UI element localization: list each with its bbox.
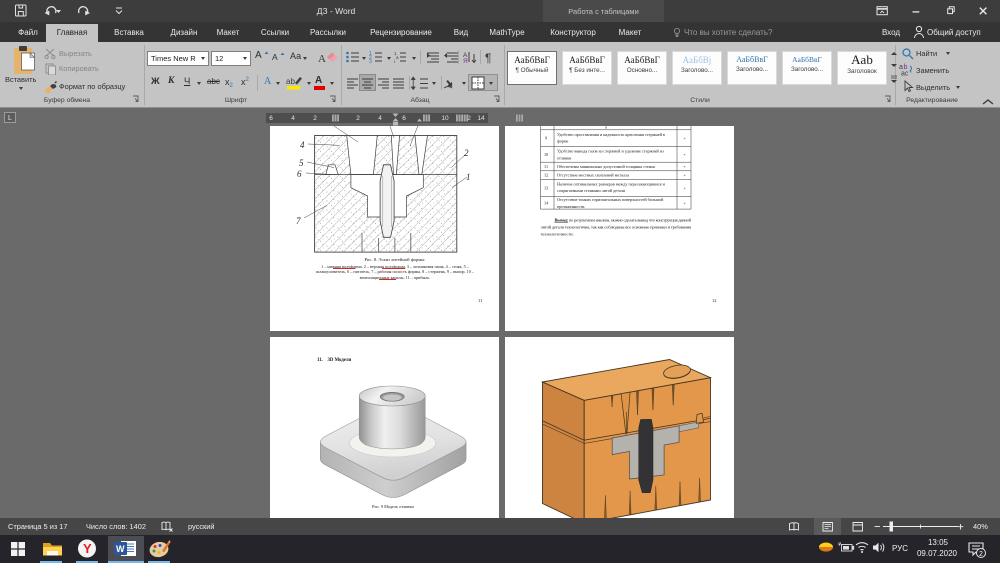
svg-text:¶: ¶	[485, 51, 491, 65]
svg-text:W: W	[116, 544, 125, 554]
svg-text:сопрягаемыми стенками литой де: сопрягаемыми стенками литой детали	[557, 188, 626, 193]
svg-text:+: +	[684, 173, 687, 178]
svg-text:9: 9	[545, 136, 547, 141]
svg-text:технологичности.: технологичности.	[541, 231, 574, 236]
svg-text:Y: Y	[83, 541, 92, 556]
svg-text:А: А	[318, 53, 326, 65]
svg-text:+: +	[684, 164, 687, 169]
svg-text:2: 2	[464, 148, 469, 158]
svg-text:7: 7	[296, 216, 301, 226]
svg-text:2: 2	[979, 551, 983, 558]
svg-text:10: 10	[544, 152, 548, 157]
svg-text:ab: ab	[286, 77, 295, 86]
svg-text:литой детали технологична, так: литой детали технологична, так как соблю…	[541, 224, 692, 230]
svg-text:11: 11	[544, 164, 548, 169]
svg-text:+: +	[684, 186, 687, 191]
svg-text:12: 12	[544, 173, 548, 178]
svg-text:Наличие оптимальных размеров м: Наличие оптимальных размеров между перес…	[557, 181, 666, 186]
svg-text:Отсутствие тонких горизонтальн: Отсутствие тонких горизонтальных поверхн…	[557, 197, 664, 202]
svg-text:3: 3	[369, 59, 372, 65]
svg-text:12: 12	[712, 298, 717, 303]
svg-text:ac: ac	[901, 71, 909, 77]
svg-text:13: 13	[544, 186, 548, 191]
svg-text:Вывод: по результатам анализа,: Вывод: по результатам анализа, можно сде…	[555, 217, 692, 223]
svg-text:1: 1	[466, 172, 471, 182]
svg-text:14: 14	[544, 200, 549, 205]
svg-text:6: 6	[297, 169, 302, 179]
svg-text:протяженности.: протяженности.	[557, 204, 585, 209]
svg-text:отливки: отливки	[557, 155, 572, 160]
svg-text:i: i	[394, 59, 395, 64]
svg-text:Я: Я	[463, 58, 468, 65]
svg-text:+: +	[684, 152, 687, 157]
svg-text:форме: форме	[557, 139, 568, 144]
svg-text:+: +	[684, 200, 687, 205]
svg-text:Отсутствие местных скоплений м: Отсутствие местных скоплений металла	[557, 173, 629, 178]
svg-text:5: 5	[299, 158, 304, 168]
svg-text:Удобство проставления и надежн: Удобство проставления и надежность крепл…	[557, 132, 665, 137]
svg-text:4: 4	[300, 140, 305, 150]
svg-text:+: +	[684, 136, 687, 141]
svg-text:Обеспечены минимально допустим: Обеспечены минимально допустимой толщины…	[557, 164, 656, 169]
svg-text:о: о	[605, 126, 607, 130]
svg-text:a: a	[396, 55, 399, 60]
svg-text:Удобство вывода газов из стерж: Удобство вывода газов из стержней и удал…	[557, 149, 664, 154]
